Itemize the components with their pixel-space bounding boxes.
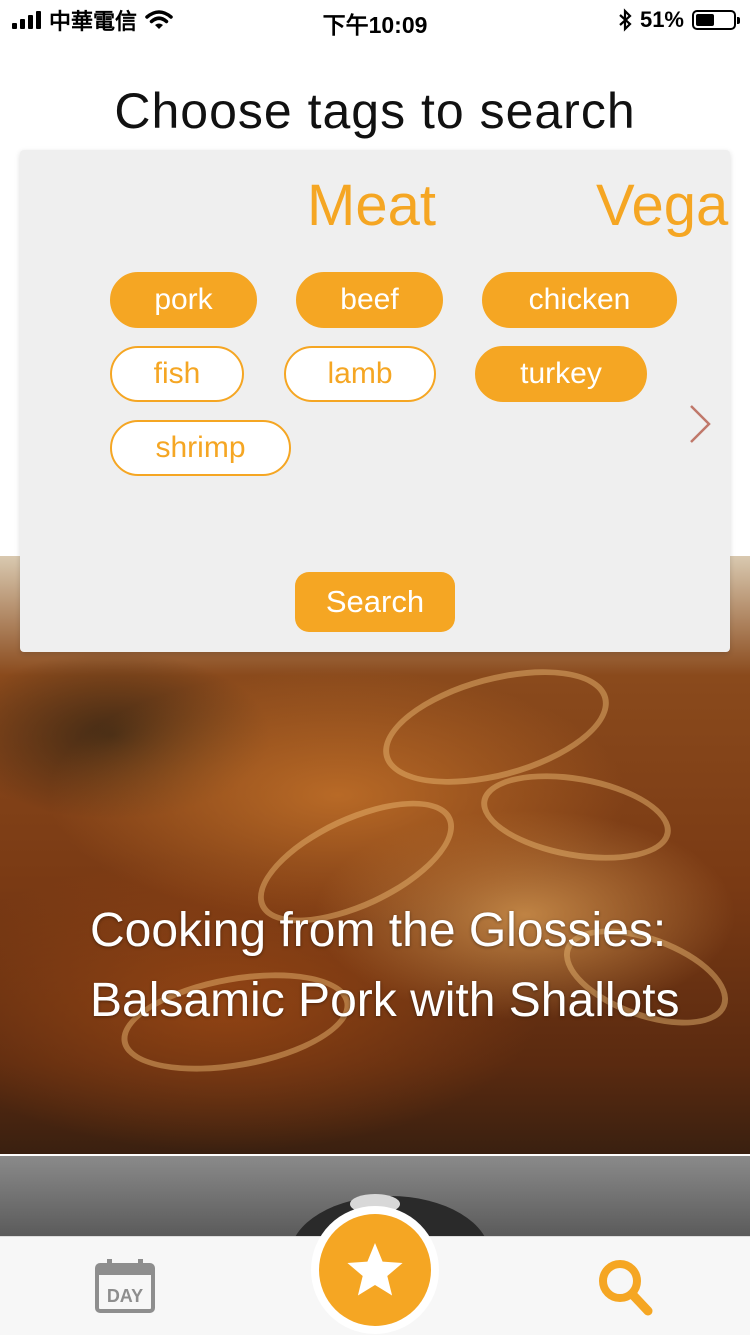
favorites-button[interactable] — [319, 1214, 431, 1326]
tag-shrimp[interactable]: shrimp — [110, 420, 291, 476]
recipe-title[interactable]: Cooking from the Glossies: Balsamic Pork… — [90, 896, 690, 1036]
star-icon — [347, 1243, 403, 1296]
category-meat[interactable]: Meat — [307, 172, 436, 239]
battery-percent: 51% — [639, 7, 684, 32]
tag-pork[interactable]: pork — [110, 272, 257, 328]
bluetooth-icon — [619, 8, 632, 32]
tag-panel: Meat Vega pork beef chicken fish lamb tu… — [20, 150, 730, 652]
battery-fill — [696, 14, 715, 26]
status-bar: 中華電信 下午10:09 51% — [0, 0, 750, 40]
page-title: Choose tags to search — [114, 83, 636, 139]
calendar-day-text: DAY — [107, 1286, 143, 1306]
search-icon[interactable] — [596, 1257, 654, 1317]
battery-icon — [692, 10, 740, 30]
chevron-right-icon[interactable] — [685, 402, 715, 446]
tag-turkey[interactable]: turkey — [475, 346, 647, 402]
tag-fish[interactable]: fish — [110, 346, 244, 402]
tag-lamb[interactable]: lamb — [284, 346, 436, 402]
category-vega[interactable]: Vega — [596, 172, 728, 239]
tag-beef[interactable]: beef — [296, 272, 443, 328]
calendar-day-icon[interactable]: DAY — [95, 1259, 155, 1313]
status-right: 51% — [618, 6, 740, 34]
search-button[interactable]: Search — [295, 572, 455, 632]
tag-chicken[interactable]: chicken — [482, 272, 677, 328]
